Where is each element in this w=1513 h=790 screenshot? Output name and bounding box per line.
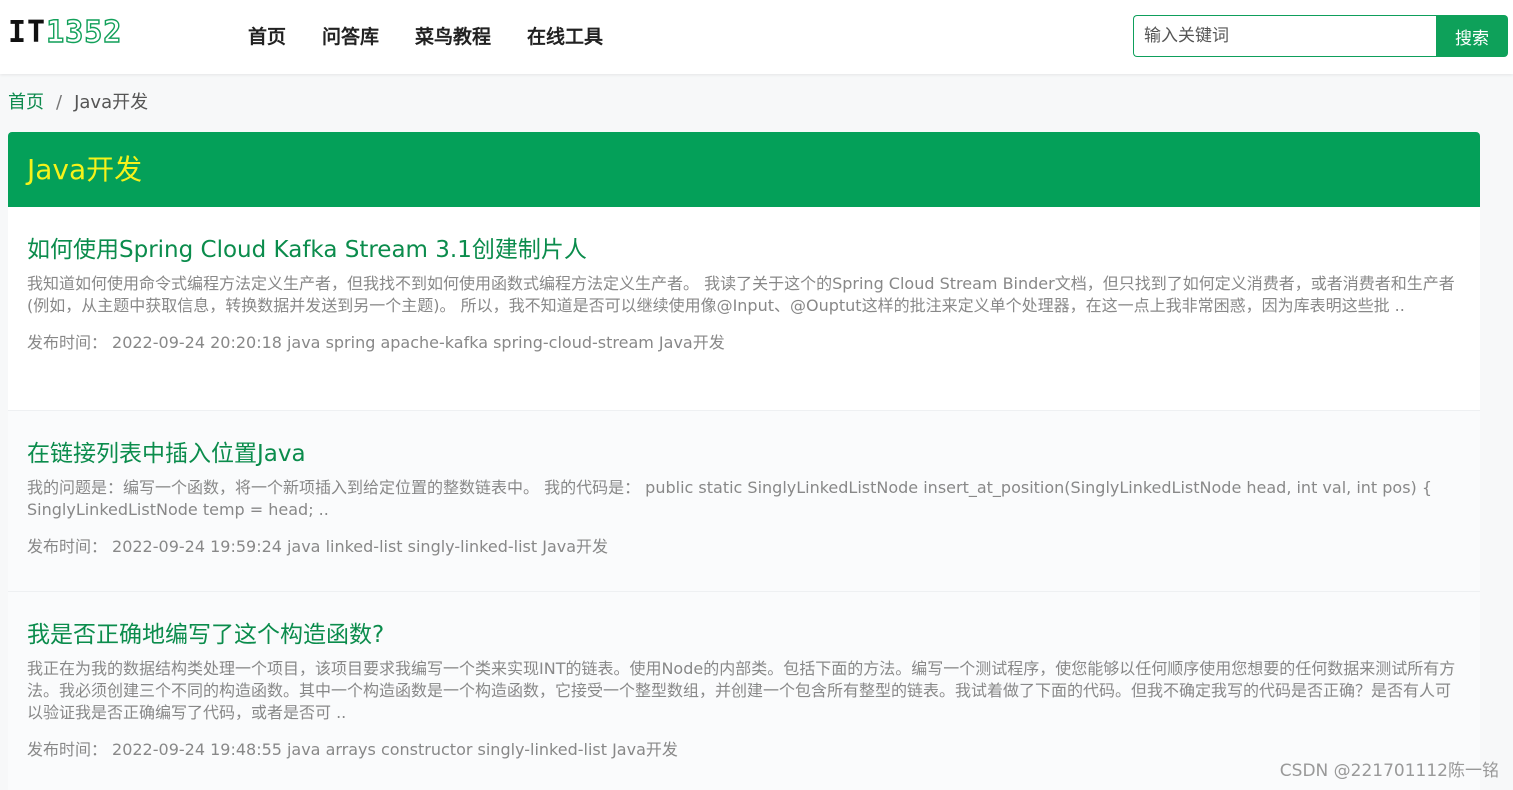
publish-date: 2022-09-24 20:20:18 xyxy=(112,333,282,352)
list-item: 我是否正确地编写了这个构造函数? 我正在为我的数据结构类处理一个项目，该项目要求… xyxy=(8,592,1480,790)
article-meta: 发布时间： 2022-09-24 19:59:24 java linked-list… xyxy=(27,536,1461,558)
csdn-watermark: CSDN @221701112陈一铭 xyxy=(1279,761,1499,781)
article-excerpt: 我正在为我的数据结构类处理一个项目，该项目要求我编写一个类来实现INT的链表。使… xyxy=(27,659,1456,722)
nav-item-tutorials[interactable]: 菜鸟教程 xyxy=(415,24,491,50)
article-excerpt: 我知道如何使用命令式编程方法定义生产者，但我找不到如何使用函数式编程方法定义生产… xyxy=(27,274,1455,315)
meta-label: 发布时间： xyxy=(27,537,108,556)
panel-title: Java开发 xyxy=(27,152,143,186)
article-tags: java linked-list singly-linked-list Java… xyxy=(286,537,609,556)
nav-item-qa[interactable]: 问答库 xyxy=(322,24,379,50)
breadcrumb-home-link[interactable]: 首页 xyxy=(8,91,44,115)
article-excerpt: 我的问题是：编写一个函数，将一个新项插入到给定位置的整数链表中。 我的代码是： … xyxy=(27,478,1433,519)
breadcrumb: 首页 / Java开发 xyxy=(8,91,148,115)
top-navbar: IT1352 首页 问答库 菜鸟教程 在线工具 搜索 xyxy=(0,0,1513,74)
article-meta: 发布时间： 2022-09-24 20:20:18 java spring apac… xyxy=(27,332,1461,354)
panel-header: Java开发 xyxy=(8,132,1480,207)
publish-date: 2022-09-24 19:48:55 xyxy=(112,740,282,759)
logo-prefix: IT xyxy=(8,15,47,50)
logo-number: 1352 xyxy=(45,15,123,50)
search-bar: 搜索 xyxy=(1133,15,1508,57)
article-meta: 发布时间： 2022-09-24 19:48:55 java arrays cons… xyxy=(27,739,1461,761)
meta-label: 发布时间： xyxy=(27,740,108,759)
article-tags: java spring apache-kafka spring-cloud-st… xyxy=(286,333,725,352)
breadcrumb-separator: / xyxy=(56,92,63,113)
nav-item-home[interactable]: 首页 xyxy=(248,24,286,50)
list-item: 如何使用Spring Cloud Kafka Stream 3.1创建制片人 我… xyxy=(8,207,1480,411)
article-list-panel: Java开发 如何使用Spring Cloud Kafka Stream 3.1… xyxy=(8,132,1480,790)
meta-label: 发布时间： xyxy=(27,333,108,352)
search-button[interactable]: 搜索 xyxy=(1436,15,1508,57)
site-logo[interactable]: IT 1352 xyxy=(8,15,123,50)
main-nav: 首页 问答库 菜鸟教程 在线工具 xyxy=(248,24,603,50)
nav-item-tools[interactable]: 在线工具 xyxy=(527,24,603,50)
list-item: 在链接列表中插入位置Java 我的问题是：编写一个函数，将一个新项插入到给定位置… xyxy=(8,411,1480,592)
article-title-link[interactable]: 我是否正确地编写了这个构造函数? xyxy=(27,620,1461,650)
breadcrumb-current: Java开发 xyxy=(74,92,149,113)
article-title-link[interactable]: 在链接列表中插入位置Java xyxy=(27,439,1461,469)
article-tags: java arrays constructor singly-linked-li… xyxy=(286,740,678,759)
article-title-link[interactable]: 如何使用Spring Cloud Kafka Stream 3.1创建制片人 xyxy=(27,235,1461,265)
publish-date: 2022-09-24 19:59:24 xyxy=(112,537,282,556)
search-input[interactable] xyxy=(1133,15,1436,57)
